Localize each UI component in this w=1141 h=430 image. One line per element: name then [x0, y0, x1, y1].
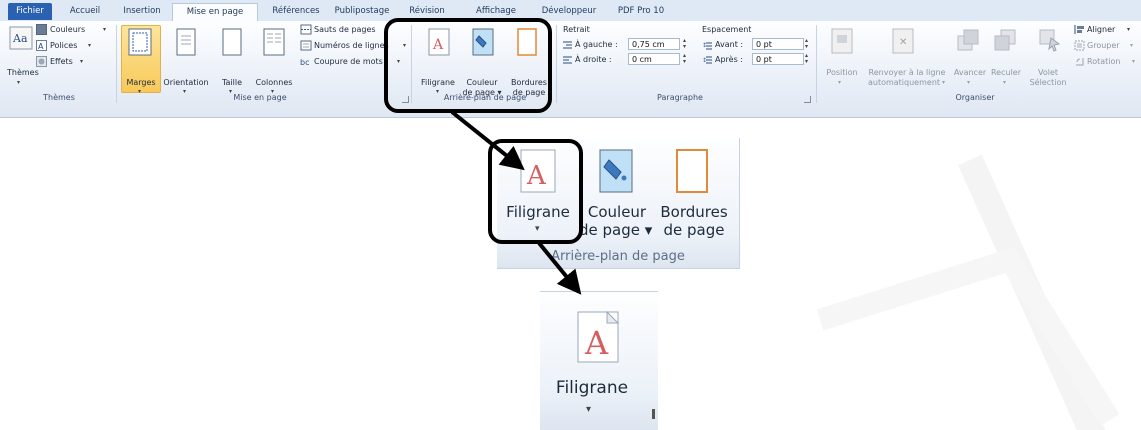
callout-arrow-1: [450, 110, 525, 171]
callout-arrow-2: [537, 241, 582, 295]
watermark-shape: [816, 154, 1120, 430]
